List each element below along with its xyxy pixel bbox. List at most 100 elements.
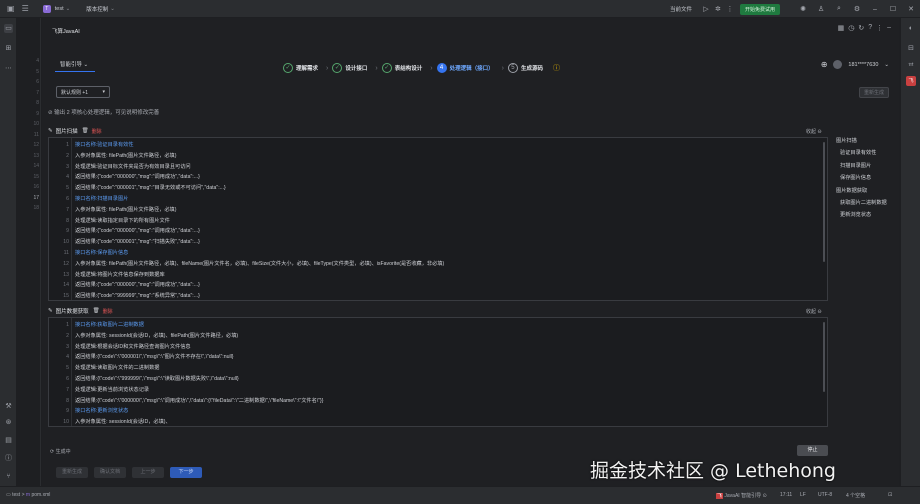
plugin-status[interactable]: 飞 JavaAI 智能引导 ⊙ (716, 492, 767, 499)
outline-item[interactable]: 更新浏览状态 (840, 211, 871, 218)
help-icon[interactable]: ? (868, 24, 872, 32)
code-line-number: 1 (66, 322, 69, 328)
line-separator[interactable]: LF (800, 492, 806, 498)
collapse-toggle[interactable]: 收起 ⊖ (806, 308, 822, 315)
caret-position[interactable]: 17:11 (780, 492, 792, 498)
caret-down-icon: ▾ (102, 89, 105, 95)
add-icon[interactable]: ⊕ (821, 60, 828, 69)
trial-button[interactable]: 开始免费试用 (739, 3, 780, 15)
step-number: 4 (436, 63, 447, 73)
delete-link[interactable]: 删除 (92, 128, 102, 135)
avatar[interactable] (833, 60, 843, 69)
vcs-widget[interactable]: 版本控制 (86, 5, 108, 13)
ai-icon[interactable]: ✺ (794, 5, 812, 13)
feisuan-icon[interactable]: 飞 (906, 76, 916, 86)
confirm-doc-button[interactable]: 确认文档 (94, 467, 126, 478)
step-label: 表结构设计 (394, 66, 423, 72)
code-line-text: 返回结果:{"code":"000000","msg":"调用成功","data… (75, 174, 200, 181)
services-icon[interactable]: ⊛ (4, 418, 13, 427)
code-line: 5 处理逻辑:读取图片文件的二进制数据 (49, 363, 827, 374)
encoding[interactable]: UTF-8 (818, 492, 832, 498)
user-name[interactable]: 181****7630 (848, 62, 878, 68)
close-icon[interactable]: ✕ (902, 5, 920, 13)
maven-icon[interactable]: 𝔪 (906, 60, 916, 70)
step-3[interactable]: ✓ 表结构设计 (381, 63, 423, 73)
structure-icon[interactable]: ⊞ (4, 44, 13, 53)
lock-icon[interactable]: ⊡ (888, 492, 892, 498)
plugin-title: 飞算JavaAI (52, 29, 80, 35)
debug-icon[interactable]: ✲ (712, 5, 724, 13)
user-icon[interactable]: ♙ (812, 5, 830, 13)
outline-item[interactable]: 验证目录有效性 (840, 149, 876, 156)
code-line: 6 接口名称:扫描目录图片 (49, 194, 827, 205)
step-4[interactable]: 4 处理逻辑（接口） (436, 63, 494, 73)
workflow-stepper: ✓ 理解需求 › ✓ 设计接口 › ✓ 表结构设计 › 4 处理逻辑（接口） › 5 生成源码 ⓘ (283, 61, 560, 75)
right-tool-strip: ◐ ⊟ 𝔪 飞 (900, 18, 920, 486)
code-line-text: 返回结果:{"code":"000000","msg":"调用成功","data… (75, 228, 200, 235)
code-line-text: 处理逻辑:读取指定目录下的所有图片文件 (75, 217, 170, 224)
next-step-button[interactable]: 下一步 (170, 467, 202, 478)
outline-item[interactable]: 获取图片二进制数据 (840, 199, 887, 206)
trash-icon[interactable]: 🗑 (82, 128, 89, 134)
code-line-text: 返回结果:{"code":"000000","msg":"调用成功","data… (75, 282, 200, 289)
outline-item[interactable]: 扫描目录图片 (840, 162, 871, 169)
git-icon[interactable]: ⑂ (4, 472, 13, 481)
regenerate-top-button[interactable]: 重新生成 (859, 87, 889, 98)
code-line-text: 接口名称:保存图片信息 (75, 250, 129, 256)
code-line-text: 处理逻辑:验证目标文件夹是否为有效目录且可访问 (75, 163, 191, 170)
notifications-icon[interactable]: ◐ (906, 24, 916, 34)
more-tools-icon[interactable]: ⋯ (4, 64, 13, 73)
maximize-icon[interactable]: ☐ (884, 5, 902, 13)
search-icon[interactable]: ⌕ (830, 5, 848, 13)
main-menu-icon[interactable]: ☰ (22, 0, 29, 18)
history-icon[interactable]: ◷ (848, 24, 854, 32)
build-icon[interactable]: ⚒ (4, 402, 13, 411)
robot-icon[interactable]: ▦ (838, 24, 845, 32)
delete-link[interactable]: 删除 (103, 308, 113, 315)
panel-minimize-icon[interactable]: – (887, 24, 891, 32)
database-icon[interactable]: ⊟ (906, 44, 916, 54)
code-line-text: 接口名称:扫描目录图片 (75, 196, 129, 202)
code-line: 9 接口名称:更新浏览状态 (49, 406, 827, 417)
step-1[interactable]: ✓ 理解需求 (283, 63, 318, 73)
breadcrumb[interactable]: ▭ test > m pom.xml (6, 492, 50, 498)
terminal-icon[interactable]: ▤ (4, 436, 13, 445)
outline-item[interactable]: 保存图片信息 (840, 174, 871, 181)
rule-select[interactable]: 默认规则 +1 ▾ (56, 86, 110, 98)
run-config-select[interactable]: 当前文件 (670, 5, 692, 13)
stop-button[interactable]: 停止 (797, 445, 828, 456)
section-header-scan: ✎ 图片扫描 🗑 删除 (48, 127, 102, 135)
panel-more-icon[interactable]: ⋮ (876, 24, 883, 32)
code-line-text: 接口名称:更新浏览状态 (75, 408, 129, 415)
section-title: 图片数据获取 (55, 309, 89, 315)
line-number: 15 (33, 173, 39, 180)
more-icon[interactable]: ⋮ (724, 5, 736, 13)
step-5[interactable]: 5 生成源码 (507, 63, 543, 73)
project-folder-icon[interactable]: ▭ (4, 24, 13, 33)
warning-icon[interactable]: ⓘ (553, 63, 560, 73)
left-tool-strip: ▭ ⊞ ⋯ ⚒ ⊛ ▤ ⓘ ⑂ (0, 18, 17, 486)
code-line: 14 返回结果:{"code":"000000","msg":"调用成功","da… (49, 280, 827, 291)
outline-item[interactable]: 图片扫描 (836, 137, 857, 144)
run-icon[interactable]: ▷ (700, 5, 712, 13)
project-name[interactable]: test (55, 6, 64, 12)
chevron-down-icon: ⌄ (110, 5, 115, 12)
minimize-icon[interactable]: – (866, 6, 884, 13)
trash-icon[interactable]: 🗑 (93, 308, 100, 314)
outline-item[interactable]: 图片数据获取 (836, 187, 867, 194)
logic-code-box[interactable]: 1 接口名称:验证目录有效性 2 入参对象属性: filePath(图片文件路径，必填… (48, 137, 828, 301)
problems-icon[interactable]: ⓘ (4, 454, 13, 463)
logic-code-box[interactable]: 1 接口名称:获取图片二进制数据 2 入参对象属性: sessionId(会话ID，必… (48, 317, 828, 427)
refresh-icon[interactable]: ↻ (858, 24, 864, 32)
collapse-toggle[interactable]: 收起 ⊖ (806, 128, 822, 135)
settings-icon[interactable]: ⚙ (848, 5, 866, 13)
line-number: 18 (33, 205, 39, 211)
mode-tab-guide[interactable]: 智能引导 ⌄ (60, 60, 88, 68)
code-line-number: 1 (66, 142, 69, 148)
title-bar: ▣ ☰ T test ⌄ 版本控制 ⌄ 当前文件 ▷ ✲ ⋮ 开始免费试用 ✺ … (0, 0, 920, 18)
regenerate-button[interactable]: 重新生成 (56, 467, 88, 478)
info-text: ⊘ 输出 2 项核心处理逻辑，可见说明修改完善 (48, 110, 160, 116)
step-2[interactable]: ✓ 设计接口 (332, 63, 367, 73)
prev-step-button[interactable]: 上一步 (132, 467, 164, 478)
indent[interactable]: 4 个空格 (846, 492, 865, 499)
